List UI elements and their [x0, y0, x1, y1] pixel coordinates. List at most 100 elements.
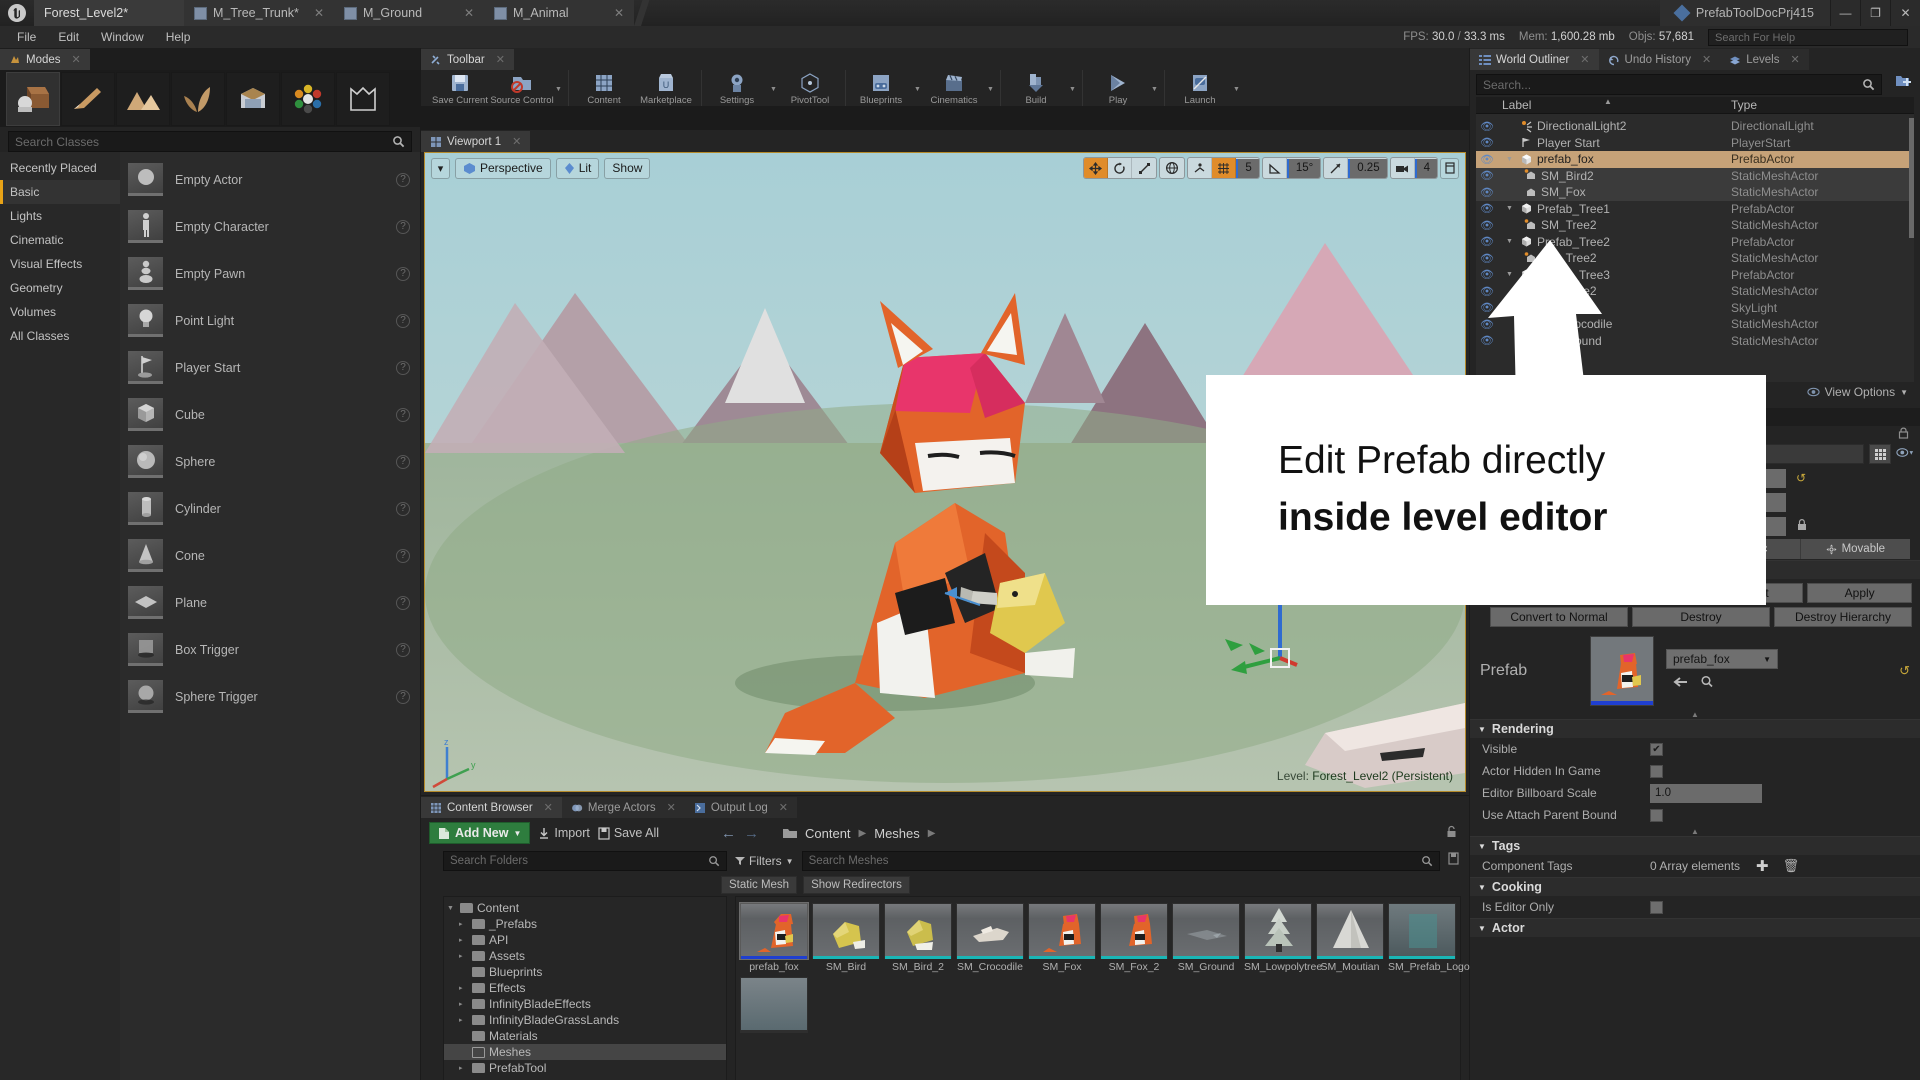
- find-in-browser-icon[interactable]: [1700, 675, 1714, 693]
- folder-row-blueprints[interactable]: Blueprints: [444, 964, 726, 980]
- chevron-down-icon[interactable]: ▼: [1506, 156, 1516, 163]
- section-header-rendering[interactable]: ▼ Rendering: [1470, 719, 1920, 738]
- blueprints-button[interactable]: Blueprints: [850, 70, 912, 106]
- chevron-right-icon[interactable]: ▸: [459, 1064, 468, 1072]
- asset-sm-prefab-logo[interactable]: SM_Prefab_Logo: [1388, 903, 1470, 973]
- prefab-asset-dropdown[interactable]: prefab_fox ▼: [1666, 649, 1778, 669]
- source-control-button[interactable]: Source Control: [490, 70, 554, 106]
- close-icon[interactable]: ✕: [1790, 53, 1799, 66]
- outliner-search-input[interactable]: Search...: [1476, 74, 1882, 95]
- visibility-eye-icon[interactable]: 👁: [1476, 202, 1498, 215]
- browse-back-icon[interactable]: [1672, 675, 1688, 693]
- geometry-mode-icon[interactable]: [226, 72, 280, 126]
- tab-viewport[interactable]: Viewport 1 ✕: [421, 131, 531, 152]
- help-icon[interactable]: ?: [396, 360, 410, 375]
- place-mode-icon[interactable]: [6, 72, 60, 126]
- visibility-eye-icon[interactable]: 👁: [1476, 136, 1498, 149]
- rotate-gizmo-icon[interactable]: [1108, 158, 1133, 178]
- chevron-down-icon[interactable]: ▼: [1231, 70, 1242, 106]
- section-header-cooking[interactable]: ▼ Cooking: [1470, 877, 1920, 896]
- outliner-row-prefab-tree1[interactable]: 👁 ▼ Prefab_Tree1 PrefabActor: [1476, 201, 1914, 218]
- outliner-scrollbar[interactable]: [1909, 118, 1914, 238]
- category-cinematic[interactable]: Cinematic: [0, 228, 120, 252]
- add-new-button[interactable]: Add New ▼: [429, 822, 531, 844]
- placeable-item[interactable]: Empty Pawn ?: [120, 250, 420, 297]
- asset-extra[interactable]: [740, 977, 808, 1033]
- visible-checkbox[interactable]: ✔: [1650, 742, 1663, 756]
- placeable-item[interactable]: Empty Character ?: [120, 203, 420, 250]
- category-visual-effects[interactable]: Visual Effects: [0, 252, 120, 276]
- help-icon[interactable]: ?: [396, 595, 410, 610]
- menu-help[interactable]: Help: [155, 26, 202, 48]
- visibility-eye-icon[interactable]: 👁: [1476, 186, 1498, 199]
- outliner-row[interactable]: 👁 SM_Tree2 StaticMeshActor: [1476, 217, 1914, 234]
- visibility-eye-icon[interactable]: 👁: [1476, 219, 1498, 232]
- placeable-item[interactable]: Player Start ?: [120, 344, 420, 391]
- asset-sm-bird-2[interactable]: SM_Bird_2: [884, 903, 952, 973]
- landscape-mode-icon[interactable]: [116, 72, 170, 126]
- chevron-down-icon[interactable]: ▼: [912, 70, 923, 106]
- category-recently-placed[interactable]: Recently Placed: [0, 156, 120, 180]
- tab-content-browser[interactable]: Content Browser ✕: [421, 797, 562, 818]
- placeable-item[interactable]: Sphere Trigger ?: [120, 673, 420, 720]
- search-folders-input[interactable]: Search Folders: [443, 851, 727, 871]
- details-view-options-icon[interactable]: [1896, 445, 1914, 463]
- placeable-item[interactable]: Cone ?: [120, 532, 420, 579]
- details-display-mode-icon[interactable]: [1869, 444, 1891, 464]
- chevron-right-icon[interactable]: ▸: [459, 1016, 468, 1024]
- folder-row-prefabtool[interactable]: ▸ PrefabTool: [444, 1060, 726, 1076]
- camera-speed-icon[interactable]: [1391, 158, 1415, 178]
- actor-hidden-in-game-checkbox[interactable]: [1650, 764, 1663, 778]
- translate-gizmo-icon[interactable]: [1084, 158, 1109, 178]
- category-volumes[interactable]: Volumes: [0, 300, 120, 324]
- chevron-right-icon[interactable]: ▸: [459, 984, 468, 992]
- folder-row-infinityblade-grasslands[interactable]: ▸ InfinityBladeGrassLands: [444, 1012, 726, 1028]
- reset-location-icon[interactable]: ↺: [1796, 471, 1806, 485]
- chevron-down-icon[interactable]: ▼: [768, 70, 779, 106]
- folder-row-meshes[interactable]: Meshes: [444, 1044, 726, 1060]
- play-button[interactable]: Play: [1087, 70, 1149, 106]
- lighting-mode-button[interactable]: Lit: [555, 157, 600, 179]
- breadcrumb-item-content[interactable]: Content: [805, 826, 851, 841]
- close-icon[interactable]: ✕: [512, 135, 521, 148]
- close-icon[interactable]: ✕: [614, 6, 624, 20]
- close-icon[interactable]: ✕: [464, 6, 474, 20]
- chevron-right-icon[interactable]: ▸: [459, 920, 468, 928]
- chevron-down-icon[interactable]: ▼: [553, 70, 564, 106]
- help-icon[interactable]: ?: [396, 548, 410, 563]
- folder-row-assets[interactable]: ▸ Assets: [444, 948, 726, 964]
- asset-sm-lowpolytree[interactable]: SM_Lowpolytree: [1244, 903, 1322, 973]
- filters-button[interactable]: Filters ▼: [735, 854, 794, 868]
- tab-modes[interactable]: Modes ✕: [0, 49, 90, 70]
- tab-undo-history[interactable]: Undo History ✕: [1598, 49, 1721, 70]
- close-icon[interactable]: ✕: [314, 6, 324, 20]
- visibility-eye-icon[interactable]: 👁: [1476, 120, 1498, 133]
- search-classes-input[interactable]: Search Classes: [8, 131, 412, 152]
- section-header-tags[interactable]: ▼ Tags: [1470, 836, 1920, 855]
- settings-button[interactable]: Settings: [706, 70, 768, 106]
- visibility-eye-icon[interactable]: 👁: [1476, 169, 1498, 182]
- close-icon[interactable]: ✕: [1580, 53, 1589, 66]
- nav-back-icon[interactable]: ←: [721, 825, 736, 842]
- close-icon[interactable]: ✕: [72, 53, 81, 66]
- search-assets-input[interactable]: Search Meshes: [801, 851, 1440, 871]
- grid-snap-value[interactable]: 5: [1236, 158, 1259, 178]
- asset-sm-crocodile[interactable]: SM_Crocodile: [956, 903, 1024, 973]
- folder-row-effects[interactable]: ▸ Effects: [444, 980, 726, 996]
- tab-levels[interactable]: Levels ✕: [1720, 49, 1809, 70]
- is-editor-only-checkbox[interactable]: [1650, 900, 1663, 914]
- rotation-snap-value[interactable]: 15°: [1286, 158, 1321, 178]
- use-attach-parent-bound-checkbox[interactable]: [1650, 808, 1663, 822]
- tab-toolbar[interactable]: Toolbar ✕: [421, 49, 514, 70]
- rotation-snap-icon[interactable]: [1263, 158, 1287, 178]
- outliner-row[interactable]: 👁 Player Start PlayerStart: [1476, 135, 1914, 152]
- close-icon[interactable]: ✕: [779, 801, 788, 814]
- placeable-item[interactable]: Cube ?: [120, 391, 420, 438]
- doc-tab-1[interactable]: M_Tree_Trunk* ✕: [184, 0, 350, 26]
- camera-speed-value[interactable]: 4: [1414, 158, 1437, 178]
- asset-sm-ground[interactable]: SM_Ground: [1172, 903, 1240, 973]
- doc-tab-3[interactable]: M_Animal ✕: [484, 0, 650, 26]
- chevron-right-icon[interactable]: ▸: [459, 952, 468, 960]
- placeable-item[interactable]: Empty Actor ?: [120, 156, 420, 203]
- asset-sm-moutian[interactable]: SM_Moutian: [1316, 903, 1384, 973]
